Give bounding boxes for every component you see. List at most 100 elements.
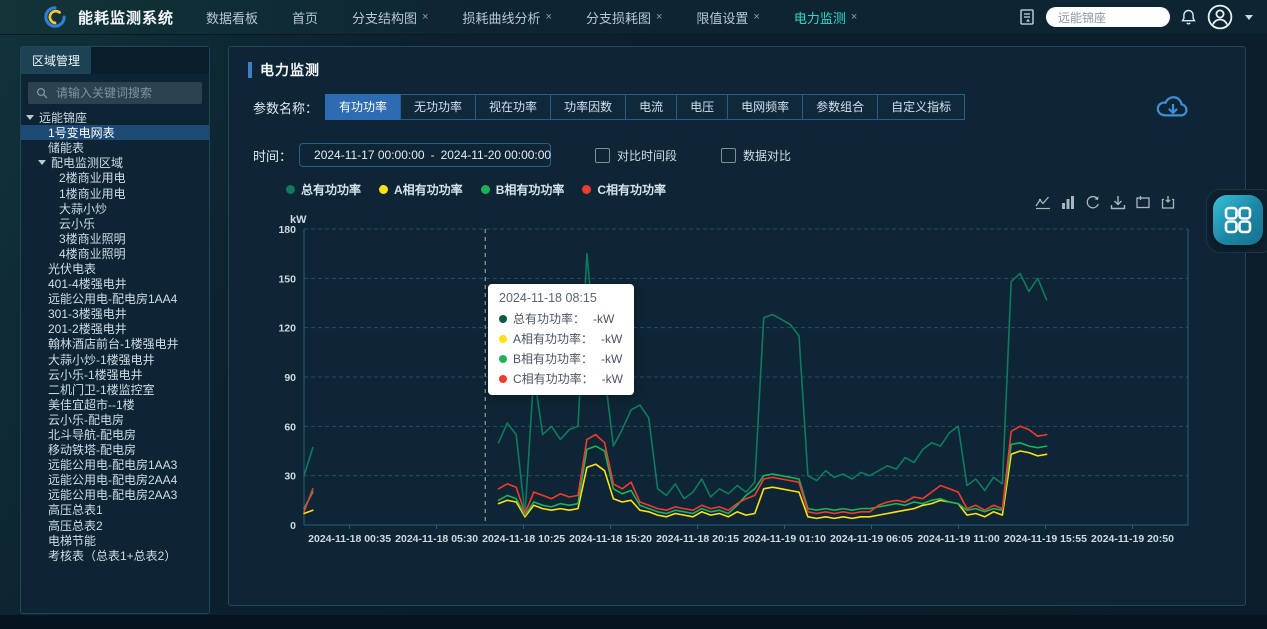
tooltip-series-dot-icon (499, 315, 507, 323)
svg-text:2024-11-18 05:30: 2024-11-18 05:30 (395, 533, 478, 545)
param-button-无功功率[interactable]: 无功功率 (400, 94, 476, 120)
param-button-视在功率[interactable]: 视在功率 (475, 94, 551, 120)
tree-item[interactable]: 翰林酒店前台-1楼强电井 (21, 336, 209, 351)
tree-item[interactable]: 大蒜小炒-1楼强电井 (21, 352, 209, 367)
chart-canvas[interactable]: 1801501209060300kW2024-11-18 00:352024-1… (269, 213, 1199, 549)
tree-item[interactable]: 1楼商业用电 (21, 185, 209, 200)
tree-item[interactable]: 401-4楼强电井 (21, 276, 209, 291)
param-button-有功功率[interactable]: 有功功率 (325, 94, 401, 120)
zoom-reset-icon[interactable] (1160, 195, 1176, 210)
topbar-tab-电力监测[interactable]: 电力监测× (794, 8, 857, 27)
tree-item[interactable]: 光伏电表 (21, 261, 209, 276)
legend-item-C相有功功率[interactable]: C相有功功率 (582, 181, 666, 198)
switch-bar-chart-icon[interactable] (1060, 195, 1076, 210)
sidebar-tabrow: 区域管理 (21, 47, 209, 74)
save-image-download-icon[interactable] (1110, 195, 1126, 210)
tooltip-series-label: C相有功功率： (513, 370, 594, 387)
apps-grid-button[interactable] (1213, 195, 1263, 245)
tab-close-icon[interactable]: × (753, 12, 759, 23)
tooltip-series-dot-icon (499, 355, 507, 363)
tree-item[interactable]: 云小乐-1楼强电井 (21, 367, 209, 382)
time-end-value: 2024-11-20 00:00:00 (441, 148, 552, 162)
tree-item[interactable]: 远能锦座 (21, 110, 209, 125)
sidebar-search-input[interactable] (54, 82, 198, 104)
project-select[interactable]: 远能锦座 (1046, 7, 1170, 27)
legend-dot-icon (286, 185, 295, 194)
checkbox-label: 对比时间段 (617, 147, 677, 164)
tree-item[interactable]: 远能公用电-配电房2AA3 (21, 487, 209, 502)
topbar-tab-限值设置[interactable]: 限值设置× (696, 8, 759, 27)
restore-icon[interactable] (1085, 195, 1101, 210)
legend-label: A相有功功率 (394, 181, 463, 198)
caret-down-icon[interactable] (1245, 15, 1253, 20)
topbar: 能耗监测系统 数据看板 首页 分支结构图× 损耗曲线分析× 分支损耗图× 限值设置× 电力监… (0, 0, 1267, 35)
tree-item[interactable]: 高压总表2 (21, 518, 209, 533)
tree-item[interactable]: 美佳宜超市--1楼 (21, 397, 209, 412)
topbar-tab-分支结构图[interactable]: 分支结构图× (352, 8, 428, 27)
tab-close-icon[interactable]: × (851, 12, 857, 23)
tree-item[interactable]: 2楼商业用电 (21, 170, 209, 185)
time-separator: - (431, 148, 435, 162)
legend-item-A相有功功率[interactable]: A相有功功率 (379, 181, 463, 198)
data-compare-checkbox[interactable]: 数据对比 (721, 147, 791, 164)
panel-title: 电力监测 (248, 60, 320, 80)
tree-item[interactable]: 考核表（总表1+总表2） (21, 548, 209, 563)
svg-text:2024-11-18 10:25: 2024-11-18 10:25 (482, 533, 565, 545)
tree-item[interactable]: 4楼商业照明 (21, 246, 209, 261)
tree-expand-icon[interactable] (26, 115, 34, 120)
user-avatar-icon[interactable] (1207, 4, 1233, 30)
compare-timerange-checkbox[interactable]: 对比时间段 (595, 147, 677, 164)
tab-close-icon[interactable]: × (546, 12, 552, 23)
checkbox-box-icon[interactable] (721, 148, 736, 163)
param-button-电网频率[interactable]: 电网频率 (727, 94, 803, 120)
topbar-tab-数据看板[interactable]: 数据看板 (206, 8, 258, 27)
svg-text:2024-11-18 15:20: 2024-11-18 15:20 (569, 533, 652, 545)
tree-expand-icon[interactable] (38, 160, 46, 165)
bell-icon[interactable] (1180, 8, 1197, 26)
tree-item[interactable]: 云小乐-配电房 (21, 412, 209, 427)
topbar-tab-分支损耗图[interactable]: 分支损耗图× (586, 8, 662, 27)
report-document-icon[interactable] (1018, 8, 1036, 26)
tab-close-icon[interactable]: × (422, 12, 428, 23)
switch-line-chart-icon[interactable] (1035, 195, 1051, 210)
legend-dot-icon (481, 185, 490, 194)
footer-strip (0, 615, 1267, 629)
tooltip-series-value: -kW (601, 352, 622, 366)
param-button-参数组合[interactable]: 参数组合 (802, 94, 878, 120)
tree-item[interactable]: 大蒜小炒 (21, 201, 209, 216)
param-button-自定义指标[interactable]: 自定义指标 (877, 94, 965, 120)
app-title: 能耗监测系统 (78, 7, 174, 28)
tree-item[interactable]: 云小乐 (21, 216, 209, 231)
apps-grid-icon (1223, 205, 1253, 235)
time-range-picker[interactable]: 2024-11-17 00:00:00 - 2024-11-20 00:00:0… (299, 143, 551, 167)
tree-item[interactable]: 电梯节能 (21, 533, 209, 548)
cloud-download-icon[interactable] (1154, 91, 1192, 123)
tree-item[interactable]: 储能表 (21, 140, 209, 155)
tree-item[interactable]: 远能公用电-配电房1AA3 (21, 457, 209, 472)
tree-item[interactable]: 配电监测区域 (21, 155, 209, 170)
legend-item-B相有功功率[interactable]: B相有功功率 (481, 181, 565, 198)
tree-item[interactable]: 3楼商业照明 (21, 231, 209, 246)
param-button-功率因数[interactable]: 功率因数 (550, 94, 626, 120)
legend-item-总有功功率[interactable]: 总有功功率 (286, 181, 361, 198)
tab-close-icon[interactable]: × (656, 12, 662, 23)
tree-item[interactable]: 远能公用电-配电房2AA4 (21, 472, 209, 487)
checkbox-box-icon[interactable] (595, 148, 610, 163)
tree-item[interactable]: 二机门卫-1楼监控室 (21, 382, 209, 397)
sidebar-tab-region-manage[interactable]: 区域管理 (21, 47, 91, 74)
param-button-电压[interactable]: 电压 (676, 94, 728, 120)
tooltip-series-value: -kW (593, 312, 614, 326)
tree-item[interactable]: 高压总表1 (21, 502, 209, 517)
power-chart[interactable]: 1801501209060300kW2024-11-18 00:352024-1… (269, 213, 1199, 549)
topbar-tab-首页[interactable]: 首页 (292, 8, 318, 27)
tree-item[interactable]: 301-3楼强电井 (21, 306, 209, 321)
tree-item[interactable]: 1号变电网表 (21, 125, 209, 140)
data-zoom-icon[interactable] (1135, 195, 1151, 210)
topbar-tab-损耗曲线分析[interactable]: 损耗曲线分析× (463, 8, 552, 27)
param-button-电流[interactable]: 电流 (625, 94, 677, 120)
sidebar-search[interactable] (28, 82, 202, 104)
tree-item[interactable]: 北斗导航-配电房 (21, 427, 209, 442)
tree-item[interactable]: 远能公用电-配电房1AA4 (21, 291, 209, 306)
tree-item[interactable]: 201-2楼强电井 (21, 321, 209, 336)
tree-item[interactable]: 移动铁塔-配电房 (21, 442, 209, 457)
